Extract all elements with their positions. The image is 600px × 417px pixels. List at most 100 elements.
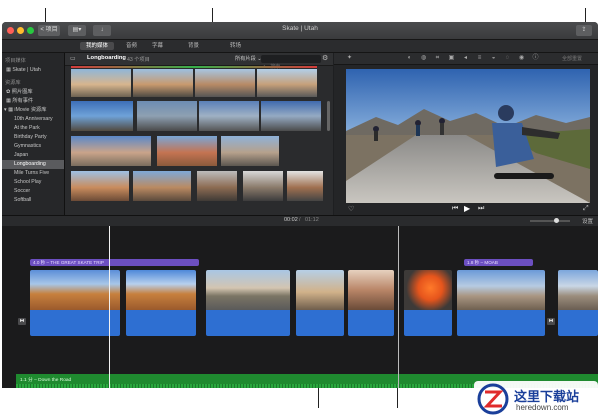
clip-thumbnail-5[interactable]	[71, 101, 133, 131]
tab-my-media[interactable]: 我的媒体	[80, 42, 115, 50]
settings-button[interactable]: 设置	[582, 217, 593, 225]
total-time: 01:12	[305, 217, 319, 223]
clip-thumbnail-11[interactable]	[221, 136, 279, 166]
library-sidebar: 项目媒体 ▦ Skate | Utah 资源库 ✿ 照片图库 ▦ 所有事件 ▾ …	[2, 53, 65, 215]
gear-icon[interactable]: ⚙	[322, 54, 328, 62]
callout-line-4	[318, 388, 319, 408]
used-clip-bar-row1	[71, 66, 317, 68]
sidebar-item-at-the-park[interactable]: At the Park	[2, 124, 64, 133]
photos-icon: ✿	[6, 89, 11, 95]
filter-dropdown[interactable]: 所有片段 ⌄	[235, 55, 262, 62]
info-icon[interactable]: ⓘ	[532, 55, 539, 62]
play-icon[interactable]: ▶	[464, 204, 470, 213]
timeline-clip-3[interactable]	[206, 270, 290, 336]
clip-thumbnail-1[interactable]	[71, 69, 131, 97]
equalizer-icon[interactable]: ≡	[476, 55, 483, 62]
events-icon: ▦	[6, 98, 11, 104]
tab-backgrounds[interactable]: 背景	[188, 42, 199, 50]
sidebar-item-photos-library[interactable]: ✿ 照片图库	[2, 88, 64, 97]
tab-transitions[interactable]: 转场	[230, 42, 241, 50]
sidebar-item-japan[interactable]: Japan	[2, 151, 64, 160]
video-frame	[346, 69, 590, 203]
sidebar-item-school-play[interactable]: School Play	[2, 178, 64, 187]
skater-far-1-body	[374, 131, 378, 141]
tab-audio[interactable]: 音频	[126, 42, 137, 50]
skip-forward-icon[interactable]: ⏭	[478, 205, 484, 213]
sidebar-item-skate-utah[interactable]: ▦ Skate | Utah	[2, 66, 64, 75]
transition-icon-2[interactable]: ⧓	[547, 318, 555, 325]
skater-far-2-body	[416, 125, 420, 136]
title-clip-moab[interactable]: 1.8 秒 – MOAB	[464, 259, 533, 266]
clip-thumbnail-4[interactable]	[257, 69, 317, 97]
clip-thumbnail-14[interactable]	[197, 171, 237, 201]
timeline-clip-5[interactable]	[348, 270, 394, 336]
browser-scrollbar[interactable]	[327, 101, 330, 131]
watermark-url: heredown.com	[516, 403, 569, 412]
imovie-window: < 项目 ▤▾ ↓ Skate | Utah ⇪ 我的媒体 音频 字幕 背景 转…	[2, 22, 598, 388]
reset-all-button[interactable]: 全部重置	[562, 55, 582, 62]
timeline-clip-1[interactable]	[30, 270, 120, 336]
stabilization-icon[interactable]: ◌	[504, 55, 511, 62]
clip-thumbnail-2[interactable]	[133, 69, 193, 97]
clip-thumbnail-6[interactable]	[137, 101, 197, 131]
media-browser: ▭ Longboarding 43 个项目 所有片段 ⌄ ⌕ 搜索 ⚙	[65, 53, 333, 215]
clip-thumbnail-3[interactable]	[195, 69, 255, 97]
media-tab-bar: 我的媒体 音频 字幕 背景 转场	[2, 40, 598, 53]
tab-titles[interactable]: 字幕	[152, 42, 163, 50]
timeline-clip-4[interactable]	[296, 270, 344, 336]
camera-icon[interactable]: ▣	[448, 55, 455, 62]
volume-icon[interactable]: ◂	[462, 55, 469, 62]
clip-thumbnail-15[interactable]	[243, 171, 283, 201]
sidebar-header-libraries: 资源库	[5, 80, 21, 86]
sidebar-item-softball[interactable]: Softball	[2, 196, 64, 205]
timeline-clip-6[interactable]	[404, 270, 452, 336]
sidebar-item-soccer[interactable]: Soccer	[2, 187, 64, 196]
clip-thumbnail-9[interactable]	[71, 136, 151, 166]
sidebar-header-project-media: 项目媒体	[5, 58, 26, 64]
fullscreen-icon[interactable]: ⤢	[583, 205, 589, 213]
color-palette-icon[interactable]: ◍	[420, 55, 427, 62]
clip-thumbnail-13[interactable]	[133, 171, 191, 201]
sidebar-item-10th-anniversary[interactable]: 10th Anniversary	[2, 115, 64, 124]
share-icon: ⇪	[581, 27, 587, 33]
clip-thumbnail-12[interactable]	[71, 171, 129, 201]
sidebar-item-all-events[interactable]: ▦ 所有事件	[2, 97, 64, 106]
search-field[interactable]: ⌕ 搜索	[261, 55, 321, 70]
zoom-slider[interactable]	[530, 218, 570, 223]
clip-thumbnail-8[interactable]	[261, 101, 321, 131]
timeline-clip-7[interactable]	[457, 270, 545, 336]
playhead[interactable]	[109, 226, 110, 388]
clip-thumbnail-16[interactable]	[287, 171, 323, 201]
crop-icon[interactable]: ⌗	[434, 55, 441, 62]
speedometer-icon[interactable]: ◒	[490, 55, 497, 62]
disclosure-triangle-icon[interactable]: ▾	[4, 107, 7, 113]
color-balance-icon[interactable]: ◐	[406, 55, 413, 62]
sidebar-item-birthday-party[interactable]: Birthday Party	[2, 133, 64, 142]
event-name: Longboarding	[87, 55, 126, 61]
sidebar-item-imovie-library[interactable]: ▾ ▦ iMovie 资源库	[2, 106, 64, 115]
music-clip-label: 1.1 分 – Down the Road	[20, 378, 72, 383]
transition-icon-1[interactable]: ⧓	[18, 318, 26, 325]
sidebar-item-mile-turns-five[interactable]: Mile Turns Five	[2, 169, 64, 178]
browser-header: ▭ Longboarding 43 个项目 所有片段 ⌄ ⌕ 搜索 ⚙	[65, 53, 333, 70]
skater-near-head	[498, 105, 514, 121]
clip-count: 43 个项目	[127, 56, 150, 63]
sidebar-item-longboarding[interactable]: Longboarding	[2, 160, 64, 169]
watermark: 这里下载站 heredown.com	[474, 381, 598, 417]
sidebar-item-gymnastics[interactable]: Gymnastics	[2, 142, 64, 151]
zoom-slider-knob[interactable]	[554, 218, 559, 223]
skip-back-icon[interactable]: ⏮	[452, 205, 458, 213]
magic-wand-icon[interactable]: ✦	[346, 55, 353, 62]
clip-thumbnail-7[interactable]	[199, 101, 259, 131]
favorite-icon[interactable]: ♡	[348, 205, 354, 213]
timeline-clip-2[interactable]	[126, 270, 196, 336]
clip-thumbnail-10[interactable]	[157, 136, 217, 166]
sidebar-toggle-icon[interactable]: ▭	[70, 55, 76, 62]
share-button[interactable]: ⇪	[576, 25, 592, 36]
window-title: Skate | Utah	[282, 25, 318, 32]
filter-icon[interactable]: ◉	[518, 55, 525, 62]
timeline: 4.0 秒 – THE GREAT SKATE TRIP 1.8 秒 – MOA…	[2, 226, 598, 388]
title-clip-great-skate-trip[interactable]: 4.0 秒 – THE GREAT SKATE TRIP	[30, 259, 199, 266]
skimmer	[398, 226, 399, 388]
timeline-clip-8[interactable]	[558, 270, 598, 336]
